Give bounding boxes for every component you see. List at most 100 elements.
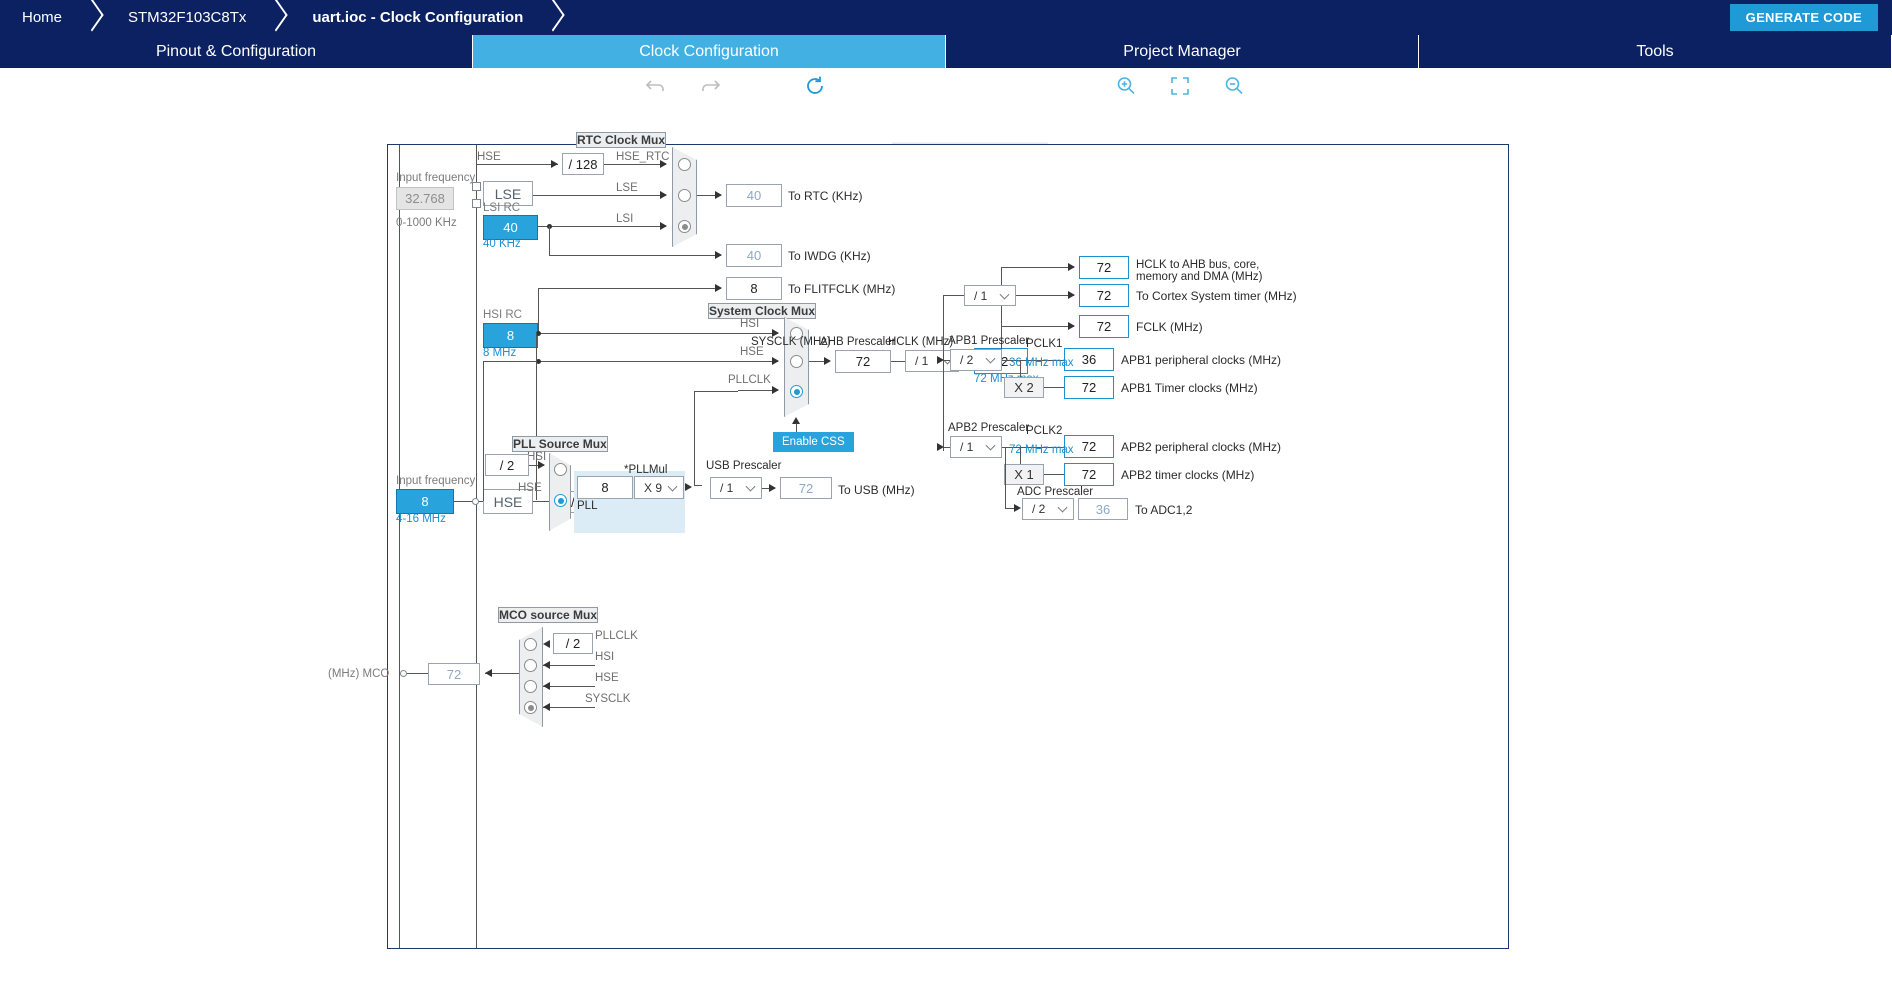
usb-prescaler-dropdown[interactable]: / 1: [710, 477, 762, 499]
redo-icon[interactable]: [697, 74, 723, 98]
sysclk-mux-input-hsi-label: HSI: [740, 318, 760, 330]
wire-arrow: [824, 357, 831, 365]
mco-input-sysclk-label: SYSCLK: [585, 693, 631, 705]
lsi-value-field[interactable]: 40: [483, 215, 538, 240]
wire: [536, 361, 537, 500]
rail-second: [476, 145, 477, 948]
wire: [604, 164, 666, 165]
pll-source-radio-hse[interactable]: [554, 494, 567, 507]
main-tab-bar: Pinout & Configuration Clock Configurati…: [0, 35, 1892, 68]
tab-pinout-configuration[interactable]: Pinout & Configuration: [0, 35, 473, 68]
wire-arrow: [543, 682, 550, 690]
hsi-value-field[interactable]: 8: [483, 323, 538, 348]
clock-tree-canvas[interactable]: Input frequency 32.768 0-1000 KHz LSE LS…: [328, 132, 1509, 949]
apb1-prescaler-dropdown[interactable]: / 2: [950, 349, 1002, 371]
mco-mux-radio-pllclk[interactable]: [524, 638, 537, 651]
rtc-mux-radio-lsi[interactable]: [678, 220, 691, 233]
sysclk-mux-radio-pllclk[interactable]: [790, 385, 803, 398]
wire: [536, 333, 537, 361]
apb2-prescaler-value: / 1: [960, 440, 974, 454]
wire: [694, 391, 695, 485]
wire: [694, 485, 702, 486]
adc-prescaler-label: ADC Prescaler: [1017, 486, 1094, 498]
wire-arrow: [772, 386, 779, 394]
mco-divider-box: / 2: [553, 633, 593, 654]
wire: [483, 361, 778, 362]
ahb-prescaler-label: AHB Prescaler: [820, 336, 896, 348]
apb2-prescaler-dropdown[interactable]: / 1: [950, 436, 1002, 458]
rtc-mux-radio-hse-rtc[interactable]: [678, 158, 691, 171]
refresh-icon[interactable]: [802, 74, 828, 98]
wire-arrow: [1068, 322, 1075, 330]
fit-to-screen-icon[interactable]: [1167, 74, 1193, 98]
sysclk-mux-radio-hse[interactable]: [790, 355, 803, 368]
tab-project-manager[interactable]: Project Manager: [946, 35, 1419, 68]
to-flitfclk-label: To FLITFCLK (MHz): [788, 282, 896, 296]
chevron-down-icon: [1057, 502, 1068, 513]
cortex-prescaler-value: / 1: [974, 288, 988, 303]
sysclk-caption: SYSCLK (MHz): [751, 336, 831, 348]
chevron-down-icon: [985, 440, 996, 451]
fclk-label: FCLK (MHz): [1136, 320, 1203, 334]
hse-input-frequency-field[interactable]: 8: [396, 489, 454, 514]
generate-code-button[interactable]: GENERATE CODE: [1729, 4, 1878, 31]
mco-input-pllclk-label: PLLCLK: [595, 630, 638, 642]
chevron-down-icon: [667, 481, 678, 492]
wire: [483, 361, 484, 501]
lse-input-frequency-field[interactable]: 32.768: [396, 187, 454, 210]
wire-arrow: [485, 669, 492, 677]
mco-mux-radio-hsi[interactable]: [524, 659, 537, 672]
breadcrumb-label: Home: [22, 9, 63, 26]
wire-arrow: [937, 356, 944, 364]
to-rtc-value-field: 40: [726, 184, 782, 207]
pll-hsi-divider-box: / 2: [485, 454, 529, 476]
to-rtc-label: To RTC (KHz): [788, 189, 863, 203]
apb1-prescaler-value: / 2: [960, 353, 974, 367]
mco-mux-radio-sysclk[interactable]: [524, 701, 537, 714]
to-flitfclk-value-field: 8: [726, 277, 782, 300]
breadcrumb-item-current[interactable]: uart.ioc - Clock Configuration: [290, 0, 541, 35]
zoom-in-icon[interactable]: [1113, 74, 1139, 98]
apb1-timer-multiplier: X 2: [1004, 377, 1044, 398]
wire: [476, 164, 558, 165]
pclk1-label: PCLK1: [1026, 338, 1063, 350]
enable-css-button[interactable]: Enable CSS: [773, 432, 854, 452]
rtc-mux-input-lsi-label: LSI: [616, 213, 634, 225]
breadcrumb-item-home[interactable]: Home: [0, 0, 80, 35]
wire: [533, 195, 666, 196]
hse-rtc-divider-box[interactable]: / 128: [562, 153, 604, 175]
pll-multiplier-dropdown[interactable]: X 9: [634, 476, 684, 499]
mco-mux-radio-hse[interactable]: [524, 680, 537, 693]
hse-node-circle: [472, 498, 479, 505]
pll-source-mux-title: PLL Source Mux: [512, 436, 608, 452]
cortex-timer-value-field: 72: [1079, 284, 1129, 307]
pll-source-radio-hsi[interactable]: [554, 463, 567, 476]
breadcrumb-item-device[interactable]: STM32F103C8Tx: [106, 0, 264, 35]
adc-prescaler-dropdown[interactable]: / 2: [1022, 498, 1074, 520]
breadcrumb-chevron-icon: [264, 0, 290, 35]
hclk-to-ahb-value-field: 72: [1079, 256, 1129, 279]
tab-tools[interactable]: Tools: [1419, 35, 1892, 68]
wire: [1020, 360, 1021, 378]
tab-label: Project Manager: [1123, 42, 1241, 60]
wire-arrow: [551, 160, 558, 168]
apb1-max-label: 36 MHz max: [1009, 357, 1074, 369]
mco-label: (MHz) MCO: [328, 668, 390, 680]
wire: [543, 707, 595, 708]
tab-clock-configuration[interactable]: Clock Configuration: [473, 35, 946, 68]
wire-arrow: [1068, 263, 1075, 271]
adc-label: To ADC1,2: [1135, 503, 1193, 517]
usb-prescaler-value: / 1: [720, 481, 734, 495]
wire-arrow: [772, 357, 779, 365]
rtc-mux-radio-lse[interactable]: [678, 189, 691, 202]
cortex-prescaler-dropdown[interactable]: / 1: [964, 285, 1016, 306]
undo-icon[interactable]: [643, 74, 669, 98]
chevron-down-icon: [999, 289, 1010, 300]
lse-pin-top: [472, 182, 481, 191]
wire-arrow: [937, 443, 944, 451]
zoom-out-icon[interactable]: [1221, 74, 1247, 98]
wire: [891, 361, 905, 362]
wire: [1016, 295, 1074, 296]
apb2-prescaler-label: APB2 Prescaler: [948, 422, 1030, 434]
mco-input-hse-label: HSE: [595, 672, 619, 684]
